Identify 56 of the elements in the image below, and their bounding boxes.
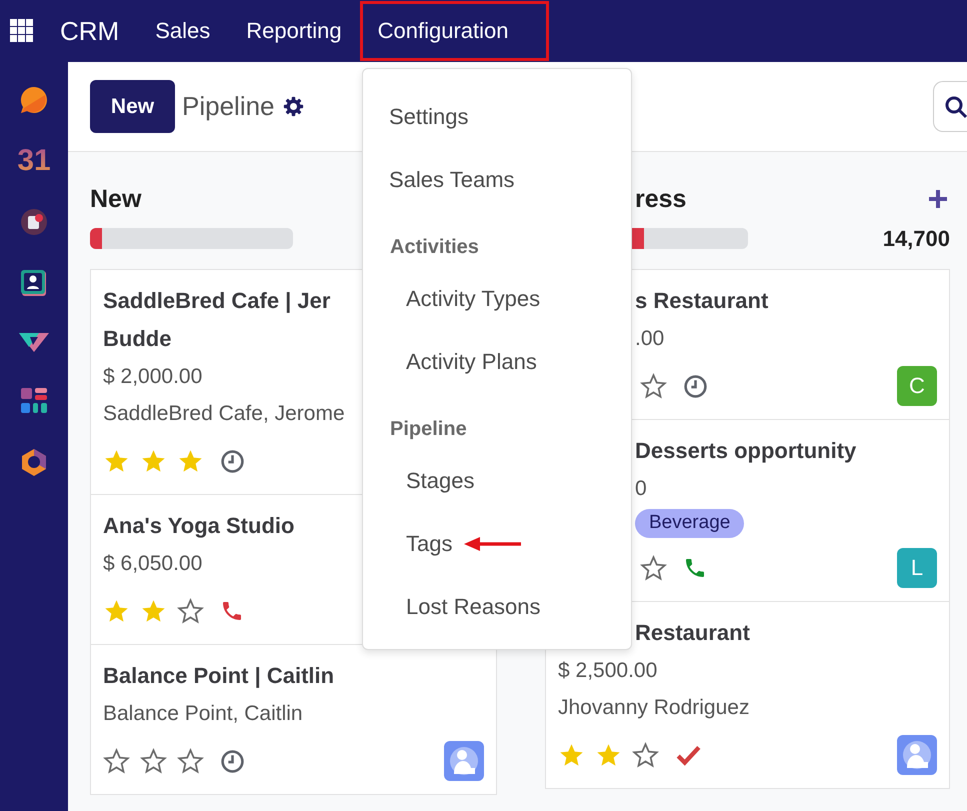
star-icon[interactable] xyxy=(640,554,667,582)
clock-badge-icon[interactable] xyxy=(19,207,49,237)
menu-tab[interactable]: Configuration xyxy=(360,1,549,61)
view-title: Pipeline xyxy=(182,91,275,122)
star-icon[interactable] xyxy=(640,372,667,400)
menu-section-header: Activities xyxy=(390,236,479,258)
menu-tab[interactable]: Sales xyxy=(137,1,228,61)
lead-amount: $ 2,000.00 xyxy=(103,364,202,390)
menu-item[interactable]: Tags xyxy=(406,530,452,556)
menu-tab[interactable]: Reporting xyxy=(228,1,360,61)
column-title: New xyxy=(90,184,142,215)
dashboard-icon[interactable] xyxy=(19,386,49,416)
column-title: ress xyxy=(635,184,686,215)
lead-amount: 0 xyxy=(635,476,647,502)
app-name: CRM xyxy=(60,16,120,46)
lead-amount: $ 2,500.00 xyxy=(558,658,658,684)
lead-amount: .00 xyxy=(635,326,664,352)
menu-item[interactable]: Settings xyxy=(389,104,468,130)
avatar-icon[interactable] xyxy=(897,735,937,775)
lead-title: Desserts opportunity xyxy=(635,437,856,465)
star-icon[interactable] xyxy=(103,748,130,774)
menu-section-header: Pipeline xyxy=(390,418,467,440)
chat-bubble-icon[interactable] xyxy=(19,85,49,115)
lead-title: Ana's Yoga Studio xyxy=(103,512,294,540)
lead-title: Balance Point | Caitlin xyxy=(103,662,334,690)
gear-icon[interactable] xyxy=(282,96,304,117)
lead-contact: SaddleBred Cafe, Jerome xyxy=(103,401,345,427)
clock-icon[interactable] xyxy=(220,448,245,474)
clock-icon[interactable] xyxy=(683,374,708,398)
contact-card-icon[interactable] xyxy=(19,268,49,298)
lead-card[interactable]: Balance Point | Caitlin Balance Point, Caitlin xyxy=(90,644,497,795)
apps-menu-icon[interactable] xyxy=(10,19,34,43)
menu-item[interactable]: Stages xyxy=(406,468,474,494)
lead-amount: $ 6,050.00 xyxy=(103,551,202,577)
star-icon[interactable] xyxy=(177,748,204,774)
lead-card[interactable]: Restaurant $ 2,500.00 Jhovanny Rodriguez xyxy=(545,601,950,789)
clock-icon[interactable] xyxy=(220,748,245,774)
phone-icon[interactable] xyxy=(683,556,707,580)
new-button[interactable]: New xyxy=(90,80,175,133)
lead-title: Restaurant xyxy=(635,619,750,647)
search-icon xyxy=(944,94,967,118)
star-icon[interactable] xyxy=(140,748,167,774)
plus-icon[interactable] xyxy=(928,189,948,209)
star-icon[interactable] xyxy=(177,598,204,624)
search-field[interactable] xyxy=(933,81,967,132)
lead-contact: Jhovanny Rodriguez xyxy=(558,695,750,721)
lead-title: SaddleBred Cafe | Jer Budde xyxy=(103,287,330,353)
tag-pill: Beverage xyxy=(635,508,744,538)
lead-contact: Balance Point, Caitlin xyxy=(103,701,303,727)
menu-item[interactable]: Sales Teams xyxy=(389,166,515,192)
lead-title: s Restaurant xyxy=(635,287,768,315)
hexagon-icon[interactable] xyxy=(19,447,49,477)
column-total: 14,700 xyxy=(882,226,950,252)
star-icon[interactable] xyxy=(632,742,659,768)
phone-icon[interactable] xyxy=(220,599,244,623)
avatar-icon[interactable] xyxy=(444,741,484,781)
